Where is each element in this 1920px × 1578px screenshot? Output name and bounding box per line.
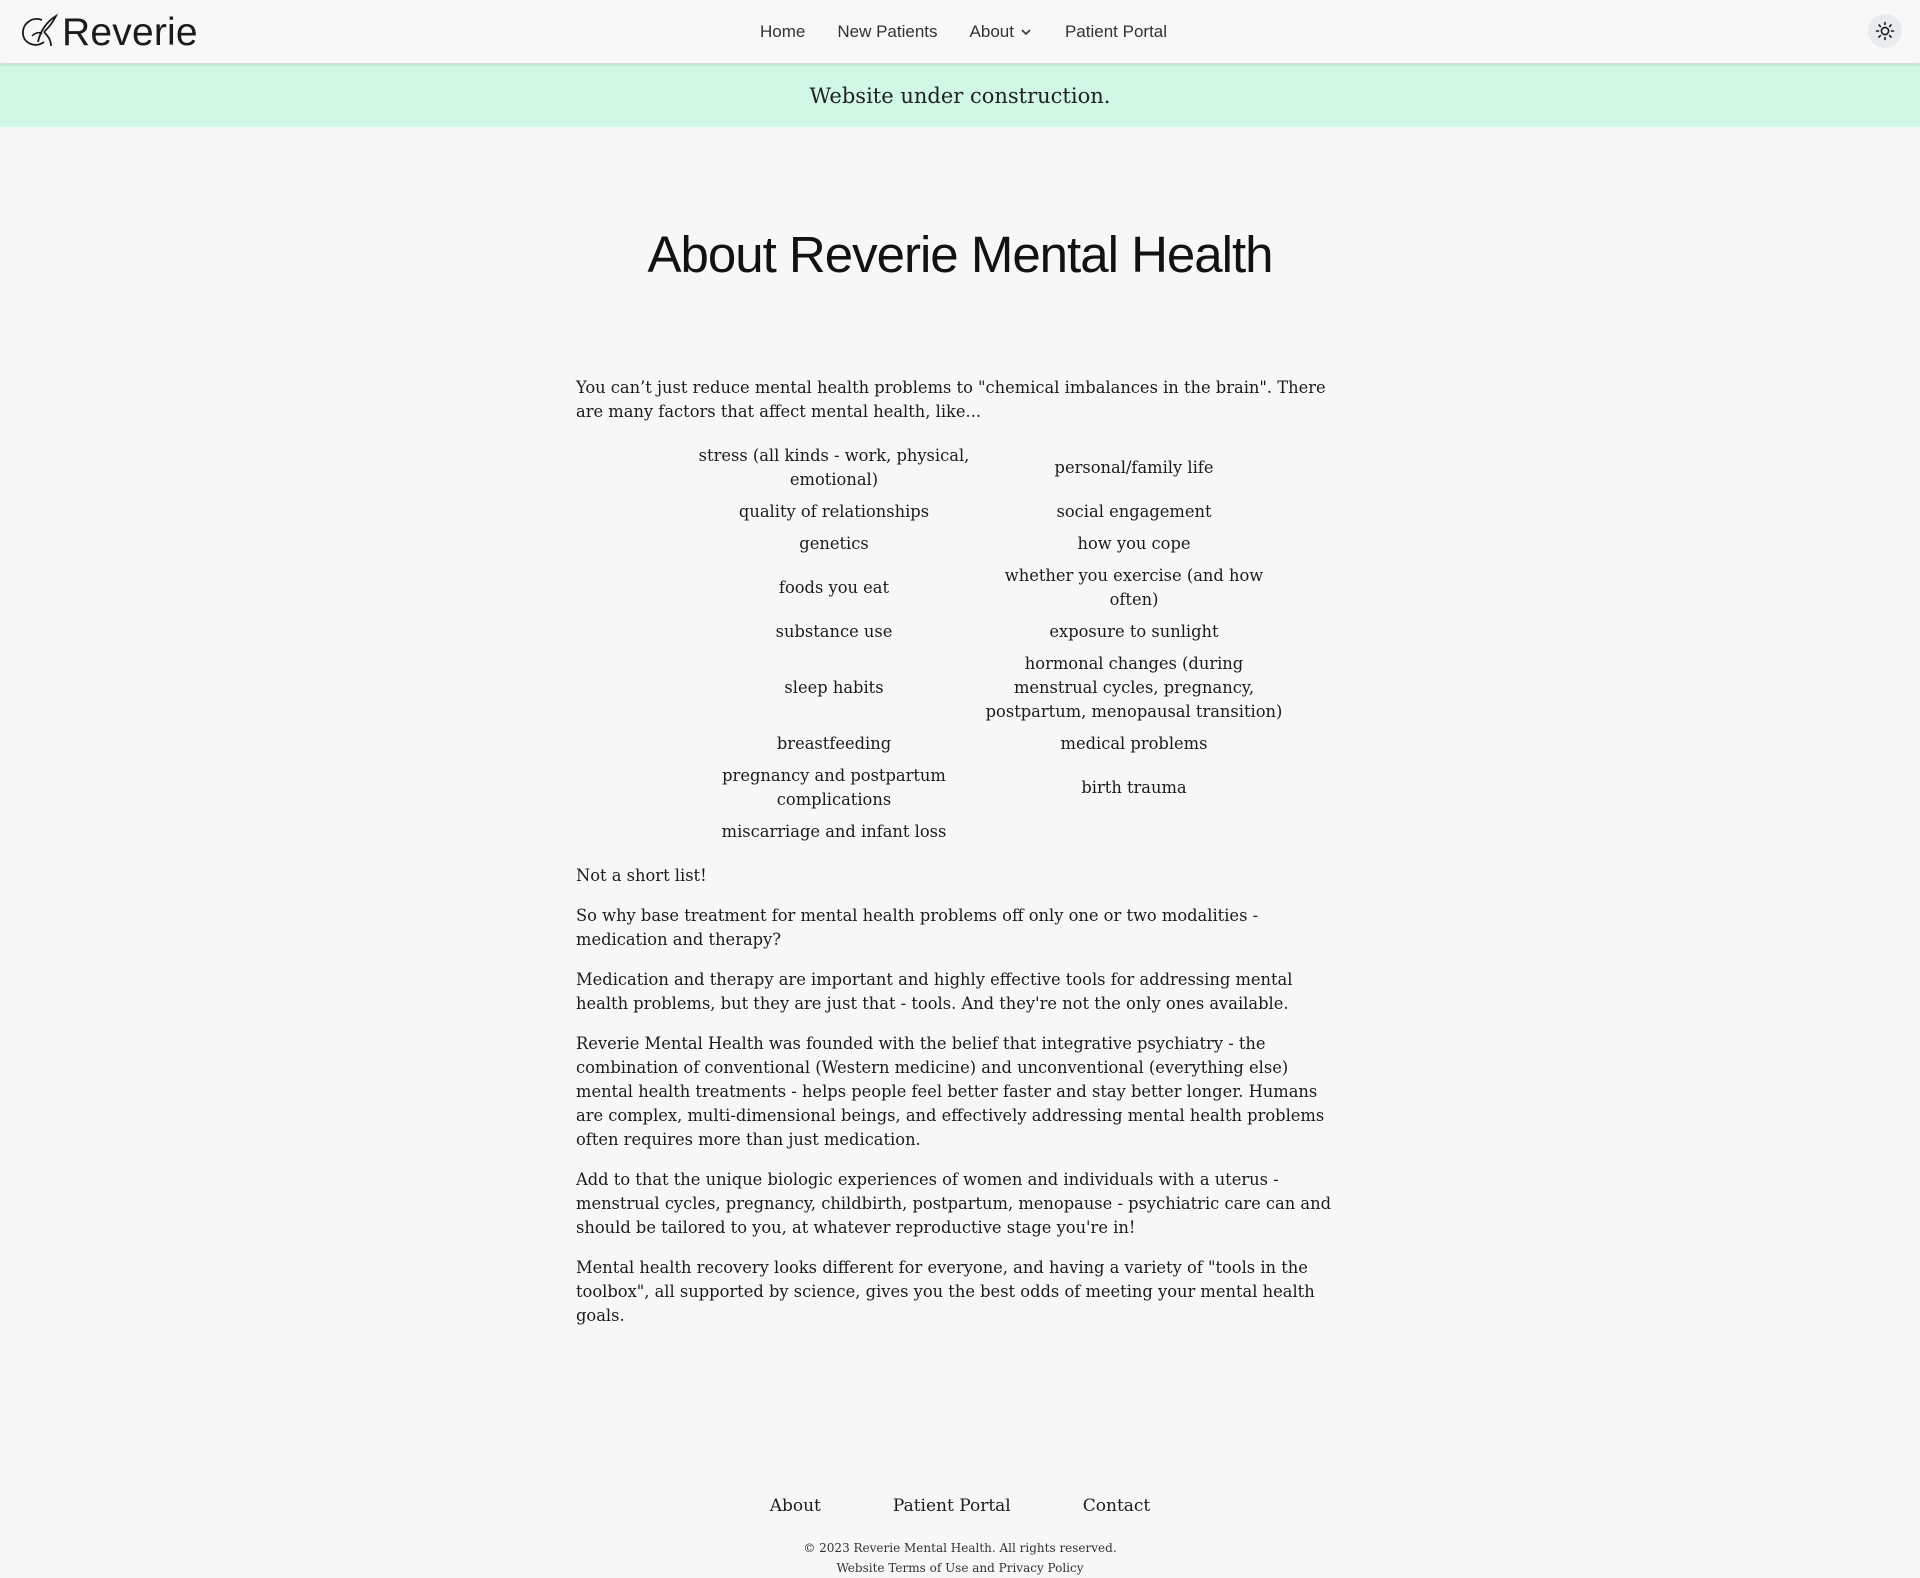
factor-cell: foods you eat: [778, 578, 890, 597]
paragraph-recovery: Mental health recovery looks different f…: [576, 1258, 1315, 1325]
factors-row: miscarriage and infant loss: [684, 816, 1284, 848]
brand-logo-link[interactable]: Reverie: [18, 10, 198, 54]
sun-icon: [1875, 21, 1895, 41]
copyright-text: © 2023 Reverie Mental Health. All rights…: [803, 1541, 1117, 1555]
factor-cell: genetics: [799, 534, 869, 553]
factors-row: stress (all kinds - work, physical, emot…: [684, 440, 1284, 496]
nav-new-patients-link[interactable]: New Patients: [837, 22, 937, 42]
top-navbar: Reverie Home New Patients About Patient …: [0, 0, 1920, 63]
construction-banner: Website under construction.: [0, 64, 1920, 127]
reverie-logo-icon: [22, 13, 59, 47]
factor-cell: substance use: [775, 622, 893, 641]
footer-about-link[interactable]: About: [770, 1496, 821, 1516]
footer-copyright: © 2023 Reverie Mental Health. All rights…: [0, 1538, 1920, 1578]
terms-privacy-link[interactable]: Website Terms of Use and Privacy Policy: [836, 1561, 1083, 1575]
nav-patient-portal-link[interactable]: Patient Portal: [1065, 22, 1167, 42]
paragraph-why-modalities: So why base treatment for mental health …: [576, 906, 1259, 949]
theme-toggle-button[interactable]: [1868, 14, 1902, 48]
factor-cell: stress (all kinds - work, physical, emot…: [698, 446, 970, 489]
nav-about-dropdown[interactable]: About: [970, 22, 1032, 42]
factor-cell: miscarriage and infant loss: [721, 822, 947, 841]
footer-patient-portal-link[interactable]: Patient Portal: [893, 1496, 1011, 1516]
factors-row: quality of relationships social engagemen…: [684, 496, 1284, 528]
main-nav: Home New Patients About Patient Portal: [750, 0, 1167, 63]
page-title: About Reverie Mental Health: [647, 226, 1273, 283]
nav-about-label: About: [969, 21, 1014, 41]
paragraph-tools: Medication and therapy are important and…: [576, 970, 1293, 1013]
about-content: You can’t just reduce mental health prob…: [576, 376, 1346, 1344]
factor-cell: sleep habits: [784, 678, 884, 697]
chevron-down-icon: [1021, 28, 1031, 35]
factors-row: breastfeeding medical problems: [684, 728, 1284, 760]
factor-cell: personal/family life: [1054, 458, 1214, 477]
footer-contact-link[interactable]: Contact: [1083, 1496, 1151, 1516]
factor-cell: birth trauma: [1081, 778, 1187, 797]
factor-cell: exposure to sunlight: [1049, 622, 1219, 641]
factor-cell: breastfeeding: [776, 734, 892, 753]
paragraph-short-list: Not a short list!: [576, 866, 707, 885]
factors-row: substance use exposure to sunlight: [684, 616, 1284, 648]
factor-cell: medical problems: [1060, 734, 1208, 753]
factors-row: pregnancy and postpartum complications bi…: [684, 760, 1284, 816]
factors-row: foods you eat whether you exercise (and h…: [684, 560, 1284, 616]
factor-cell: how you cope: [1077, 534, 1191, 553]
nav-home-link[interactable]: Home: [760, 22, 805, 42]
factor-cell: whether you exercise (and how often): [1004, 566, 1264, 609]
factors-row: sleep habits hormonal changes (during men…: [684, 648, 1284, 728]
factors-row: genetics how you cope: [684, 528, 1284, 560]
factor-cell: hormonal changes (during menstrual cycle…: [985, 654, 1283, 721]
paragraph-founding-belief: Reverie Mental Health was founded with t…: [576, 1034, 1325, 1149]
footer-nav: About Patient Portal Contact: [0, 1496, 1920, 1516]
factor-cell: [984, 816, 1284, 848]
factors-table: stress (all kinds - work, physical, emot…: [684, 440, 1284, 848]
factor-cell: quality of relationships: [738, 502, 930, 521]
brand-name: Reverie: [62, 10, 198, 54]
paragraph-reproductive-care: Add to that the unique biologic experien…: [576, 1170, 1331, 1237]
factor-cell: social engagement: [1056, 502, 1212, 521]
banner-text: Website under construction.: [809, 83, 1111, 108]
factor-cell: pregnancy and postpartum complications: [722, 766, 946, 809]
intro-paragraph: You can’t just reduce mental health prob…: [576, 378, 1326, 421]
